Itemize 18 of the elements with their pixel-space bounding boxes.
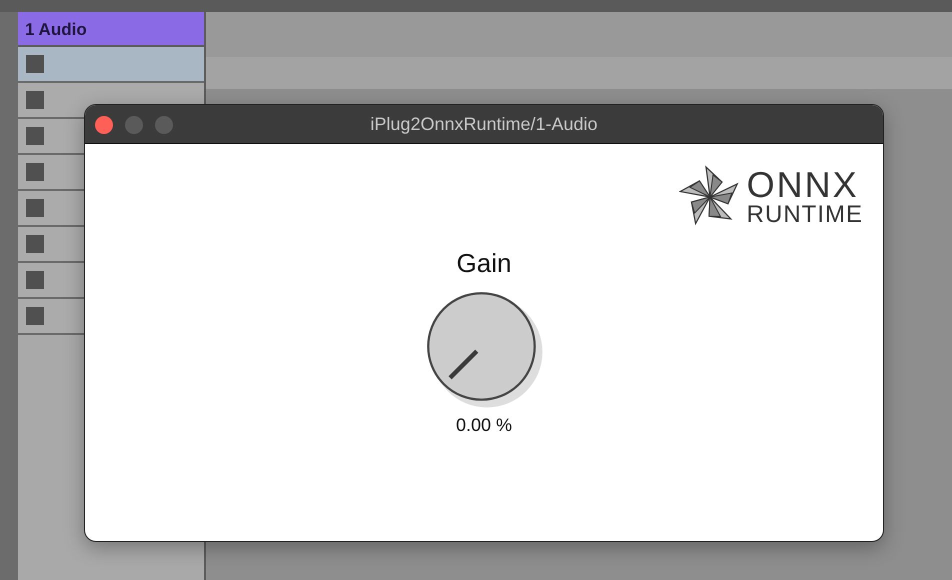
logo-text: ONNX [746,167,860,203]
zoom-button[interactable] [155,116,173,134]
minimize-button[interactable] [125,116,143,134]
stop-icon[interactable] [26,307,44,325]
knob-value: 0.00 % [456,415,512,436]
clip-slot[interactable] [18,47,204,83]
window-title: iPlug2OnnxRuntime/1-Audio [370,114,598,134]
stop-icon[interactable] [26,271,44,289]
stop-icon[interactable] [26,127,44,145]
logo-subtext: RUNTIME [746,203,863,227]
stop-icon[interactable] [26,55,44,73]
stop-icon[interactable] [26,163,44,181]
track-header[interactable]: 1 Audio [18,12,204,47]
stop-icon[interactable] [26,91,44,109]
knob-label: Gain [456,248,512,279]
stop-icon[interactable] [26,235,44,253]
stop-icon[interactable] [26,199,44,217]
close-button[interactable] [95,116,113,134]
